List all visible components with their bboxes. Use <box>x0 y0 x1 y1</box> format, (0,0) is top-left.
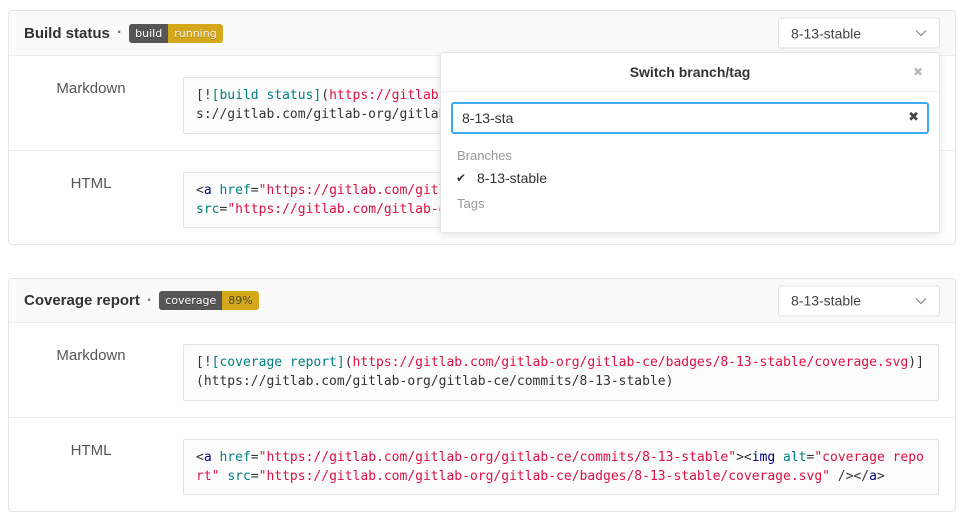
panel-title: Coverage report <box>24 292 140 309</box>
row-label: Markdown <box>25 77 157 134</box>
coverage-report-panel: Coverage report · coverage 89% 8-13-stab… <box>8 278 956 512</box>
html-snippet: <a href="https://gitlab.com/gitlab-org/g… <box>183 439 939 495</box>
branch-item-name: 8-13-stable <box>477 170 547 186</box>
branch-selector[interactable]: 8-13-stable <box>778 18 940 49</box>
dropdown-search: ✖ <box>451 102 929 134</box>
build-status-header: Build status · build running 8-13-stable <box>9 11 955 56</box>
markdown-row: Markdown [![coverage report](https://git… <box>9 323 955 417</box>
badge-label: build <box>129 24 168 43</box>
chevron-down-icon <box>915 297 927 304</box>
markdown-snippet: [![coverage report](https://gitlab.com/g… <box>183 344 939 401</box>
row-label: HTML <box>25 172 157 228</box>
chevron-down-icon <box>915 30 927 37</box>
row-label: Markdown <box>25 344 157 401</box>
branch-item[interactable]: ✔ 8-13-stable <box>451 166 929 190</box>
close-icon[interactable]: ✖ <box>913 66 923 78</box>
branch-selector-value: 8-13-stable <box>791 293 861 309</box>
branch-search-input[interactable] <box>451 102 929 134</box>
dropdown-title: Switch branch/tag <box>630 64 751 80</box>
check-icon: ✔ <box>456 171 466 185</box>
panel-title: Build status <box>24 25 110 42</box>
title-separator: · <box>147 292 152 310</box>
badge-label: coverage <box>159 291 222 310</box>
badge-value: 89% <box>222 291 258 310</box>
title-separator: · <box>117 24 122 42</box>
branch-selector[interactable]: 8-13-stable <box>778 285 940 316</box>
tags-section-label: Tags <box>451 190 929 214</box>
badge-value: running <box>168 24 222 43</box>
dropdown-header: Switch branch/tag ✖ <box>441 53 939 92</box>
row-label: HTML <box>25 439 157 495</box>
coverage-badge: coverage 89% <box>159 291 259 310</box>
dropdown-list: Branches ✔ 8-13-stable Tags <box>441 134 939 232</box>
clear-search-icon[interactable]: ✖ <box>908 110 919 123</box>
branches-section-label: Branches <box>451 142 929 166</box>
coverage-report-header: Coverage report · coverage 89% 8-13-stab… <box>9 279 955 323</box>
html-row: HTML <a href="https://gitlab.com/gitlab-… <box>9 417 955 511</box>
branch-switcher-dropdown: Switch branch/tag ✖ ✖ Branches ✔ 8-13-st… <box>440 52 940 233</box>
branch-selector-value: 8-13-stable <box>791 25 861 41</box>
build-status-badge: build running <box>129 24 223 43</box>
